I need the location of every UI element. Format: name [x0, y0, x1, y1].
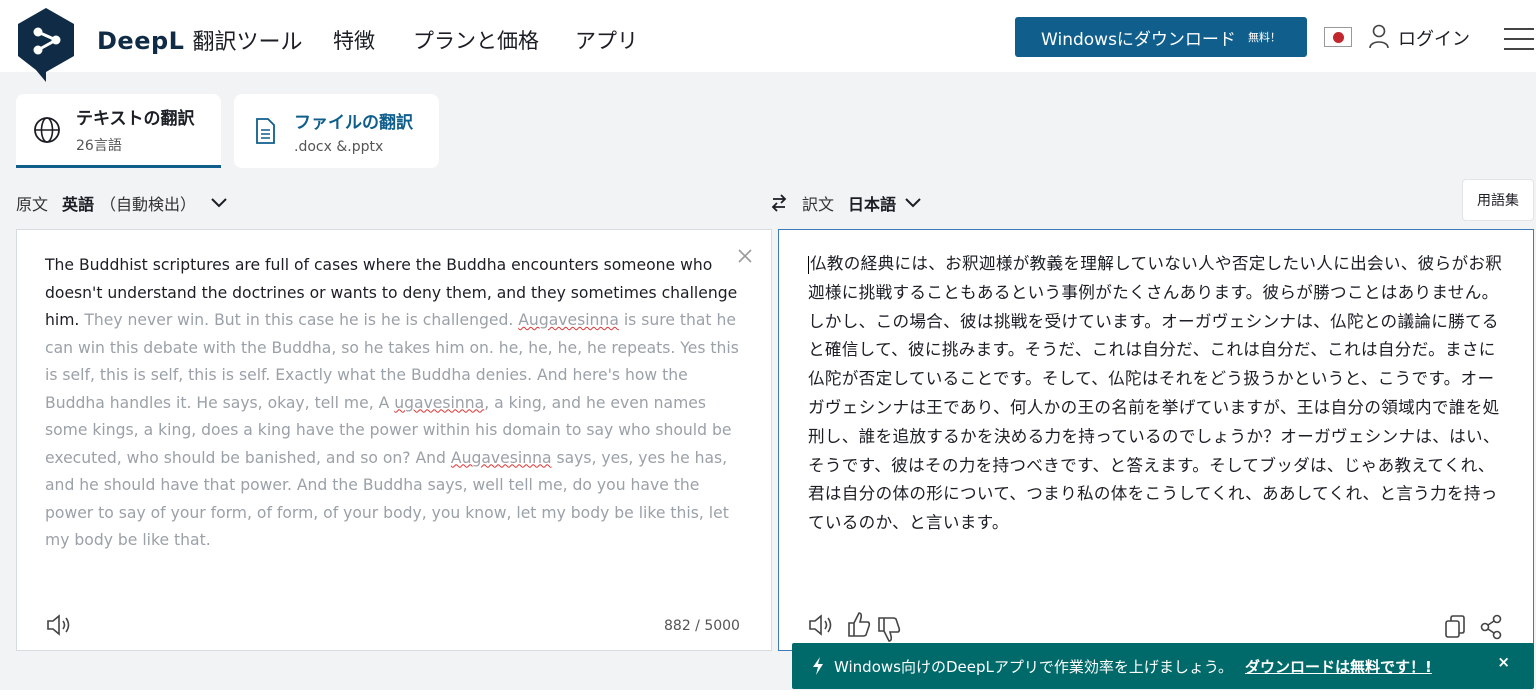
copy-icon[interactable]	[1443, 614, 1467, 640]
text-caret	[808, 255, 809, 274]
target-language-select[interactable]: 日本語	[848, 191, 896, 215]
tab-file-name: ファイルの翻訳	[294, 112, 413, 133]
nav-features-label: 特徴	[333, 29, 375, 53]
thumbs-down-icon[interactable]	[875, 616, 903, 644]
source-label: 原文	[16, 195, 49, 214]
nav-pricing-label: プランと価格	[413, 29, 539, 53]
nav-pricing[interactable]: プランと価格	[413, 25, 539, 55]
swap-languages-icon[interactable]	[770, 193, 788, 213]
windows-download-button[interactable]: Windowsにダウンロード 無料！	[1015, 17, 1307, 57]
translation-text: 仏教の経典には、お釈迦様が教義を理解していない人や否定したい人に出会い、彼らがお…	[808, 254, 1503, 533]
hamburger-menu-icon[interactable]	[1504, 28, 1534, 52]
app-promo-banner: Windows向けのDeepLアプリで作業効率を上げましょう。 ダウンロードは無…	[792, 643, 1534, 689]
tab-text-name: テキストの翻訳	[76, 109, 195, 129]
source-text-part: They never win. But in this case he is h…	[79, 311, 519, 329]
translation-output[interactable]: 仏教の経典には、お釈迦様が教義を理解していない人や否定したい人に出会い、彼らがお…	[808, 250, 1508, 538]
character-counter: 882 / 5000	[664, 618, 740, 634]
banner-download-link[interactable]: ダウンロードは無料です！!	[1245, 656, 1432, 677]
source-language-select[interactable]: 英語	[62, 191, 94, 215]
brand[interactable]: DeepL 翻訳ツール	[97, 24, 302, 56]
banner-close-button[interactable]: ×	[1497, 653, 1510, 671]
brand-subtitle: 翻訳ツール	[192, 30, 303, 55]
close-icon[interactable]	[737, 248, 753, 264]
banner-text: Windows向けのDeepLアプリで作業効率を上げましょう。	[834, 657, 1233, 676]
tab-file-sub: .docx &.pptx	[294, 138, 384, 155]
misspelled-word[interactable]: ugavesinna	[394, 394, 484, 412]
nav-apps[interactable]: アプリ	[575, 25, 638, 55]
chevron-down-icon[interactable]	[904, 197, 922, 209]
user-icon[interactable]	[1368, 23, 1390, 49]
source-panel: The Buddhist scriptures are full of case…	[16, 229, 772, 651]
source-text-input[interactable]: The Buddhist scriptures are full of case…	[45, 252, 745, 555]
globe-icon	[34, 116, 60, 143]
tab-text-sub: 26言語	[76, 138, 122, 154]
document-icon	[256, 118, 275, 144]
top-header: DeepL 翻訳ツール 特徴 プランと価格 アプリ Windowsにダウンロード…	[0, 0, 1536, 82]
tab-file-translation[interactable]: ファイルの翻訳 .docx &.pptx	[234, 94, 439, 168]
japan-flag-icon[interactable]	[1324, 27, 1352, 47]
download-free-label: 無料！	[1247, 31, 1281, 44]
brand-name: DeepL	[97, 27, 185, 55]
speaker-icon[interactable]	[807, 612, 835, 638]
source-detect-label: （自動検出）	[100, 195, 197, 214]
share-icon[interactable]	[1479, 614, 1503, 640]
misspelled-word[interactable]: Augavesinna	[518, 311, 619, 329]
source-language-bar: 原文 英語 （自動検出）	[16, 188, 228, 218]
speaker-icon[interactable]	[45, 612, 73, 638]
tab-text-translation[interactable]: テキストの翻訳 26言語	[16, 94, 221, 168]
target-panel: 仏教の経典には、お釈迦様が教義を理解していない人や否定したい人に出会い、彼らがお…	[778, 229, 1534, 651]
nav-apps-label: アプリ	[575, 29, 638, 53]
target-language-bar: 訳文 日本語	[802, 188, 922, 218]
login-link[interactable]: ログイン	[1398, 25, 1470, 51]
download-button-label: Windowsにダウンロード	[1041, 29, 1236, 50]
lightning-icon	[813, 657, 823, 675]
misspelled-word[interactable]: Augavesinna	[451, 449, 552, 467]
deepl-logo-icon[interactable]	[14, 6, 78, 82]
nav-features[interactable]: 特徴	[333, 25, 375, 55]
chevron-down-icon[interactable]	[210, 197, 228, 209]
target-label: 訳文	[802, 195, 835, 214]
thumbs-up-icon[interactable]	[845, 610, 873, 638]
footer-strip	[0, 690, 1536, 700]
glossary-button[interactable]: 用語集	[1462, 179, 1534, 221]
